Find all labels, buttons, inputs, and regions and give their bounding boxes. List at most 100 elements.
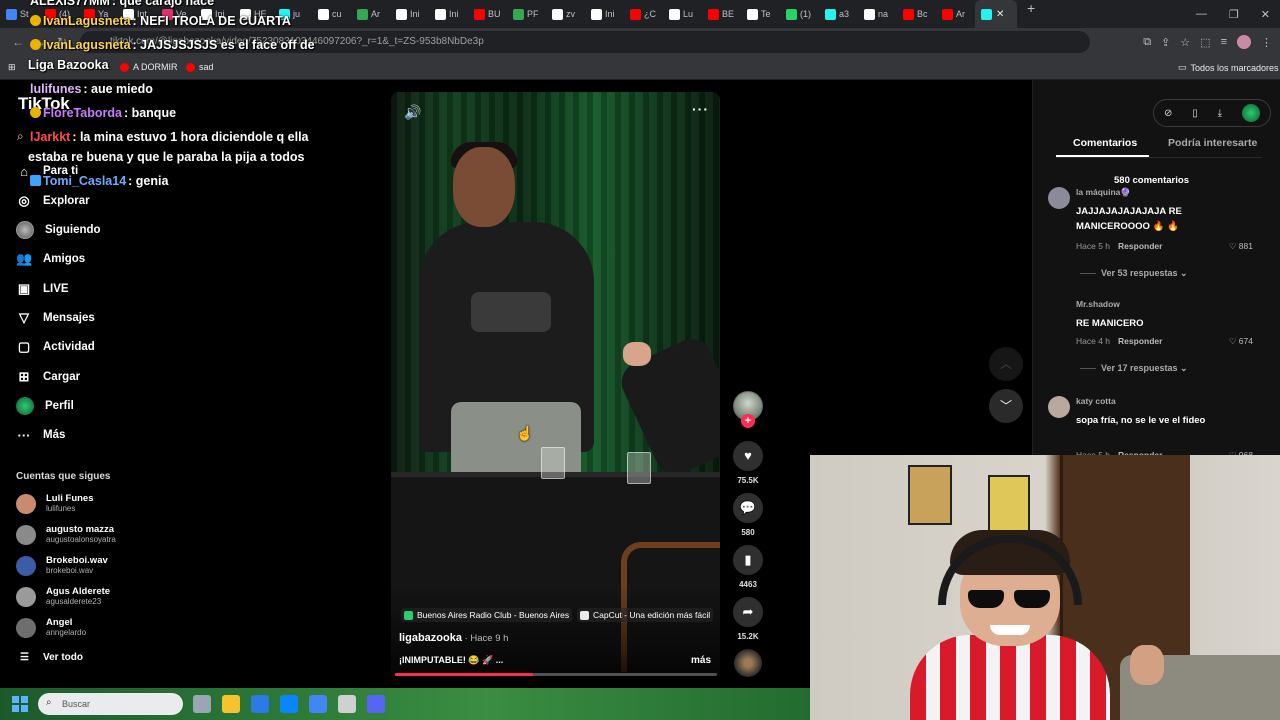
video-more-icon[interactable]: ··· bbox=[692, 101, 709, 117]
account-item[interactable]: Angel anngelardo bbox=[16, 617, 86, 638]
account-item[interactable]: Luli Funes lulifunes bbox=[16, 493, 94, 514]
see-all-button[interactable]: ☰ Ver todo bbox=[20, 652, 83, 663]
caption-more-button[interactable]: más bbox=[691, 655, 711, 666]
window-controls: — ❐ ✕ bbox=[1196, 0, 1270, 28]
star-icon[interactable]: ☆ bbox=[1180, 36, 1190, 49]
chat-text: estaba re buena y que le paraba la pija … bbox=[28, 150, 305, 164]
taskbar-app-icon[interactable] bbox=[280, 695, 298, 713]
browser-tab[interactable]: (1) bbox=[780, 0, 819, 28]
close-window-button[interactable]: ✕ bbox=[1261, 8, 1270, 21]
volume-icon[interactable]: 🔊 bbox=[404, 104, 421, 121]
video-progress-bar[interactable] bbox=[395, 673, 717, 676]
browser-tab[interactable]: zv bbox=[546, 0, 585, 28]
browser-tab[interactable]: BU bbox=[468, 0, 507, 28]
tab-close-icon[interactable]: ✕ bbox=[996, 9, 1004, 20]
sound-disc[interactable] bbox=[734, 649, 762, 677]
tab-suggested[interactable]: Podría interesarte bbox=[1168, 137, 1257, 149]
apps-icon[interactable]: ⊞ bbox=[8, 62, 16, 73]
media-icon[interactable]: ≡ bbox=[1221, 36, 1227, 48]
browser-tab[interactable]: na bbox=[858, 0, 897, 28]
follow-button[interactable]: + bbox=[741, 414, 755, 428]
browser-tab[interactable]: Ini bbox=[390, 0, 429, 28]
comment-username[interactable]: Mr.shadow bbox=[1076, 299, 1120, 309]
comment-avatar[interactable] bbox=[1048, 396, 1070, 418]
view-replies-button[interactable]: Ver 53 respuestas ⌄ bbox=[1080, 268, 1188, 279]
account-name: Brokeboi.wav bbox=[46, 555, 108, 566]
browser-tab[interactable]: Bc bbox=[897, 0, 936, 28]
taskbar-app-icon[interactable] bbox=[222, 695, 240, 713]
back-icon[interactable]: ← bbox=[12, 35, 24, 49]
taskbar-app-icon[interactable] bbox=[367, 695, 385, 713]
location-tag[interactable]: Buenos Aires Radio Club - Buenos Aires bbox=[401, 608, 573, 622]
comment-button[interactable]: 💬 bbox=[733, 493, 763, 523]
chat-username: Tomi_Casla14 bbox=[43, 174, 127, 188]
phone-icon[interactable]: ▯ bbox=[1192, 108, 1198, 119]
translate-icon[interactable]: ⧉ bbox=[1143, 36, 1151, 49]
reply-button[interactable]: Responder bbox=[1118, 336, 1162, 346]
browser-tab[interactable]: Ar bbox=[936, 0, 975, 28]
browser-tab[interactable]: BE bbox=[702, 0, 741, 28]
sidebar-item-siguiendo[interactable]: Siguiendo bbox=[16, 220, 101, 240]
reply-button[interactable]: Responder bbox=[1118, 241, 1162, 251]
next-video-button[interactable]: ﹀ bbox=[989, 389, 1023, 423]
explore-icon[interactable]: ⊘ bbox=[1164, 108, 1172, 119]
comment-username[interactable]: katy cotta bbox=[1076, 396, 1116, 406]
account-item[interactable]: Brokeboi.wav brokeboi.wav bbox=[16, 555, 108, 576]
new-tab-button[interactable]: + bbox=[1027, 0, 1035, 28]
comment-like-button[interactable]: ♡ 674 bbox=[1229, 336, 1253, 347]
sidebar-item-perfil[interactable]: Perfil bbox=[16, 396, 74, 416]
maximize-button[interactable]: ❐ bbox=[1229, 8, 1239, 21]
browser-tab[interactable]: Ar bbox=[351, 0, 390, 28]
comment-avatar[interactable] bbox=[1048, 187, 1070, 209]
profile-avatar[interactable] bbox=[1237, 35, 1251, 49]
search-icon[interactable]: ⌕ bbox=[17, 129, 24, 144]
comment-username[interactable]: la máquina🔮 bbox=[1076, 187, 1131, 198]
taskbar-app-icon[interactable] bbox=[251, 695, 269, 713]
save-button[interactable]: ▮ bbox=[733, 545, 763, 575]
browser-tab[interactable]: ¿C bbox=[624, 0, 663, 28]
browser-tab[interactable]: Ini bbox=[585, 0, 624, 28]
capcut-tag[interactable]: CapCut - Una edición más fácil bbox=[577, 608, 714, 622]
like-button[interactable]: ♥ bbox=[733, 441, 763, 471]
share-button[interactable]: ➦ bbox=[733, 597, 763, 627]
account-item[interactable]: Agus Alderete agusalderete23 bbox=[16, 586, 110, 607]
browser-tab[interactable]: a3 bbox=[819, 0, 858, 28]
browser-tab-active[interactable]: ✕ bbox=[975, 0, 1017, 28]
sidebar-item-mensajes[interactable]: ▽ Mensajes bbox=[16, 308, 95, 328]
taskbar-app-icon[interactable] bbox=[338, 695, 356, 713]
extensions-icon[interactable]: ⬚ bbox=[1200, 36, 1210, 49]
bookmark-a-dormir[interactable]: A DORMIR bbox=[120, 62, 178, 72]
all-bookmarks[interactable]: ▭ Todos los marcadores bbox=[1178, 62, 1279, 73]
sidebar-item-cargar[interactable]: ⊞ Cargar bbox=[16, 367, 81, 387]
sidebar-item-más[interactable]: ··· Más bbox=[16, 425, 66, 445]
browser-tab[interactable]: Te bbox=[741, 0, 780, 28]
sidebar-item-explorar[interactable]: ◎ Explorar bbox=[16, 191, 89, 211]
windows-start-icon[interactable] bbox=[12, 696, 28, 712]
sidebar-item-actividad[interactable]: ▢ Actividad bbox=[16, 337, 95, 357]
comment-avatar[interactable] bbox=[1048, 299, 1070, 321]
bookmark-sad[interactable]: sad bbox=[186, 62, 214, 72]
user-avatar[interactable] bbox=[1242, 104, 1260, 122]
install-icon[interactable]: ⇪ bbox=[1161, 36, 1170, 49]
download-icon[interactable]: ⤓ bbox=[1218, 108, 1222, 119]
avatar-icon bbox=[16, 221, 34, 239]
browser-tab[interactable]: Lu bbox=[663, 0, 702, 28]
comment-like-button[interactable]: ♡ 881 bbox=[1229, 241, 1253, 252]
taskbar-search[interactable]: Buscar bbox=[38, 693, 183, 715]
browser-tab[interactable]: Ini bbox=[429, 0, 468, 28]
sidebar-item-live[interactable]: ▣ LIVE bbox=[16, 279, 69, 299]
previous-video-button[interactable]: ︿ bbox=[989, 347, 1023, 381]
menu-icon[interactable]: ⋮ bbox=[1261, 36, 1272, 49]
taskbar-app-icon[interactable] bbox=[193, 695, 211, 713]
taskbar-app-icon[interactable] bbox=[309, 695, 327, 713]
account-item[interactable]: augusto mazza augustoalonsoyatra bbox=[16, 524, 116, 545]
video-player[interactable] bbox=[391, 92, 720, 676]
tab-comments[interactable]: Comentarios bbox=[1073, 137, 1137, 149]
browser-tab[interactable]: cu bbox=[312, 0, 351, 28]
video-author[interactable]: ligabazooka · Hace 9 h bbox=[399, 632, 508, 644]
browser-tab[interactable]: PF bbox=[507, 0, 546, 28]
list-icon: ☰ bbox=[20, 652, 29, 663]
sidebar-item-amigos[interactable]: 👥 Amigos bbox=[16, 249, 85, 269]
minimize-button[interactable]: — bbox=[1196, 8, 1207, 20]
view-replies-button[interactable]: Ver 17 respuestas ⌄ bbox=[1080, 363, 1188, 374]
